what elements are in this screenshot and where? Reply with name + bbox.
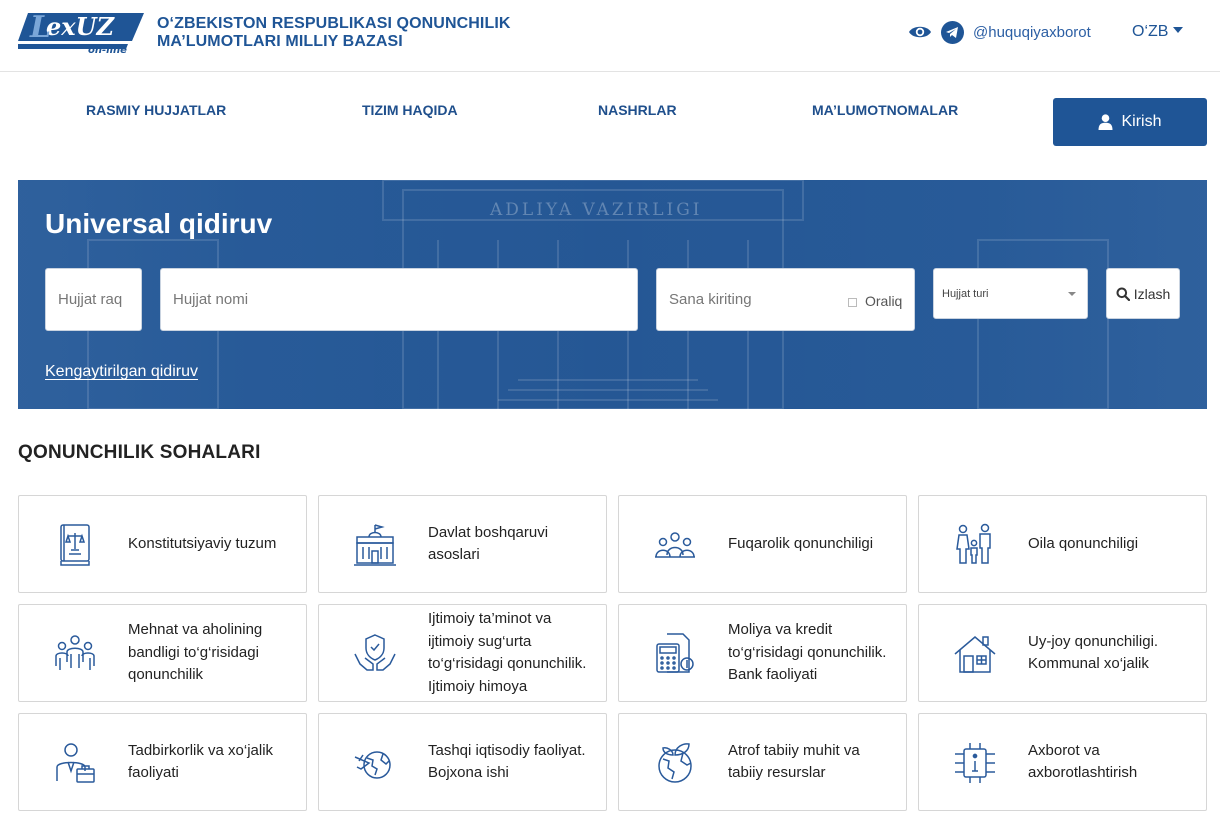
category-card-government[interactable]: Davlat boshqaruvi asoslari [318,495,607,593]
category-card-civil[interactable]: Fuqarolik qonunchiligi [618,495,907,593]
telegram-icon[interactable] [941,21,964,44]
telegram-handle-link[interactable]: @huquqiyaxborot [973,24,1091,41]
category-card-housing[interactable]: Uy-joy qonunchiligi. Kommunal xo‘jalik [918,604,1207,702]
businessman-icon [56,743,95,783]
category-label: Moliya va kredit to‘g‘risidagi qonunchil… [728,621,887,684]
nav-publications[interactable]: NASHRLAR [598,102,677,118]
range-checkbox[interactable] [848,298,857,307]
document-number-input[interactable]: Hujjat raq [45,268,142,331]
category-label: Atrof tabiiy muhit va tabiiy resurslar [728,741,860,782]
top-header: exUZ L on-line O‘ZBEKISTON RESPUBLIKASI … [0,0,1220,72]
svg-text:on-line: on-line [88,45,127,53]
language-label: O‘ZB [1132,23,1169,40]
range-checkbox-label[interactable]: Oraliq [865,293,902,309]
svg-text:exUZ: exUZ [46,13,116,41]
category-card-social[interactable]: Ijtimoiy ta’minot va ijtimoiy sug‘urta t… [318,604,607,702]
category-label: Konstitutsiyaviy tuzum [128,534,277,552]
category-label: Axborot va axborotlashtirish [1028,741,1138,782]
svg-text:L: L [29,13,51,45]
login-label: Kirish [1121,113,1162,130]
advanced-search-link[interactable]: Kengaytirilgan qidiruv [45,363,198,381]
site-title: O‘ZBEKISTON RESPUBLIKASI QONUNCHILIK MA’… [157,15,511,51]
category-card-business[interactable]: Tadbirkorlik va xo‘jalik faoliyati [18,713,307,811]
chevron-down-icon [1173,26,1184,33]
document-type-label: Hujjat turi [942,287,989,300]
universal-search-panel: ADLIYA VAZIRLIGI Universal qidiruv Hujja… [18,180,1207,409]
document-name-input[interactable]: Hujjat nomi [160,268,638,331]
nav-references[interactable]: MA’LUMOTNOMALAR [812,102,958,118]
category-card-information[interactable]: Axborot va axborotlashtirish [918,713,1207,811]
document-name-placeholder: Hujjat nomi [173,291,249,308]
category-label: Ijtimoiy ta’minot va ijtimoiy sug‘urta t… [428,610,587,695]
chevron-down-icon [1068,292,1076,296]
citizens-group-icon [655,532,695,558]
category-label: Oila qonunchiligi [1028,534,1139,552]
information-chip-icon [955,743,995,783]
site-title-line2: MA’LUMOTLARI MILLIY BAZASI [157,33,403,50]
building-sign-text: ADLIYA VAZIRLIGI [489,200,703,220]
category-label: Fuqarolik qonunchiligi [728,534,874,552]
globe-plane-icon [354,751,391,779]
nav-official-documents[interactable]: RASMIY HUJJATLAR [86,102,226,118]
search-icon [1116,287,1130,301]
category-card-foreign-trade[interactable]: Tashqi iqtisodiy faoliyat. Bojxona ishi [318,713,607,811]
language-dropdown[interactable]: O‘ZB [1132,23,1184,41]
constitution-book-icon [60,524,90,566]
category-label: Tadbirkorlik va xo‘jalik faoliyati [128,741,274,782]
search-title: Universal qidiruv [45,208,273,239]
site-title-line1: O‘ZBEKISTON RESPUBLIKASI QONUNCHILIK [157,15,511,32]
search-button[interactable]: Izlash [1106,268,1180,319]
earth-leaves-icon [658,743,692,783]
category-card-environment[interactable]: Atrof tabiiy muhit va tabiiy resurslar [618,713,907,811]
document-number-placeholder: Hujjat raq [58,291,123,308]
category-card-finance[interactable]: Moliya va kredit to‘g‘risidagi qonunchil… [618,604,907,702]
search-button-label: Izlash [1133,285,1171,302]
lexuz-logo[interactable]: exUZ L on-line [18,13,144,53]
category-label: Tashqi iqtisodiy faoliyat. Bojxona ishi [428,741,586,782]
shield-hands-icon [354,634,396,671]
category-label: Mehnat va aholining bandligi to‘g‘risida… [128,621,263,684]
government-building-icon [354,524,396,566]
category-card-family[interactable]: Oila qonunchiligi [918,495,1207,593]
category-label: Davlat boshqaruvi asoslari [428,523,549,564]
workers-group-icon [55,635,95,670]
category-card-constitution[interactable]: Konstitutsiyaviy tuzum [18,495,307,593]
login-button[interactable]: Kirish [1053,98,1207,146]
category-label: Uy-joy qonunchiligi. Kommunal xo‘jalik [1028,632,1159,673]
date-input[interactable]: Sana kiriting Oraliq [656,268,915,331]
family-icon [956,523,991,564]
document-type-select[interactable]: Hujjat turi [933,268,1088,319]
user-icon [1098,114,1113,130]
finance-calculator-icon [656,633,694,673]
nav-about-system[interactable]: TIZIM HAQIDA [362,102,458,118]
section-title: QONUNCHILIK SOHALARI [18,442,261,463]
eye-icon[interactable] [908,22,932,42]
category-card-labor[interactable]: Mehnat va aholining bandligi to‘g‘risida… [18,604,307,702]
house-icon [954,636,996,673]
date-placeholder: Sana kiriting [669,291,752,308]
